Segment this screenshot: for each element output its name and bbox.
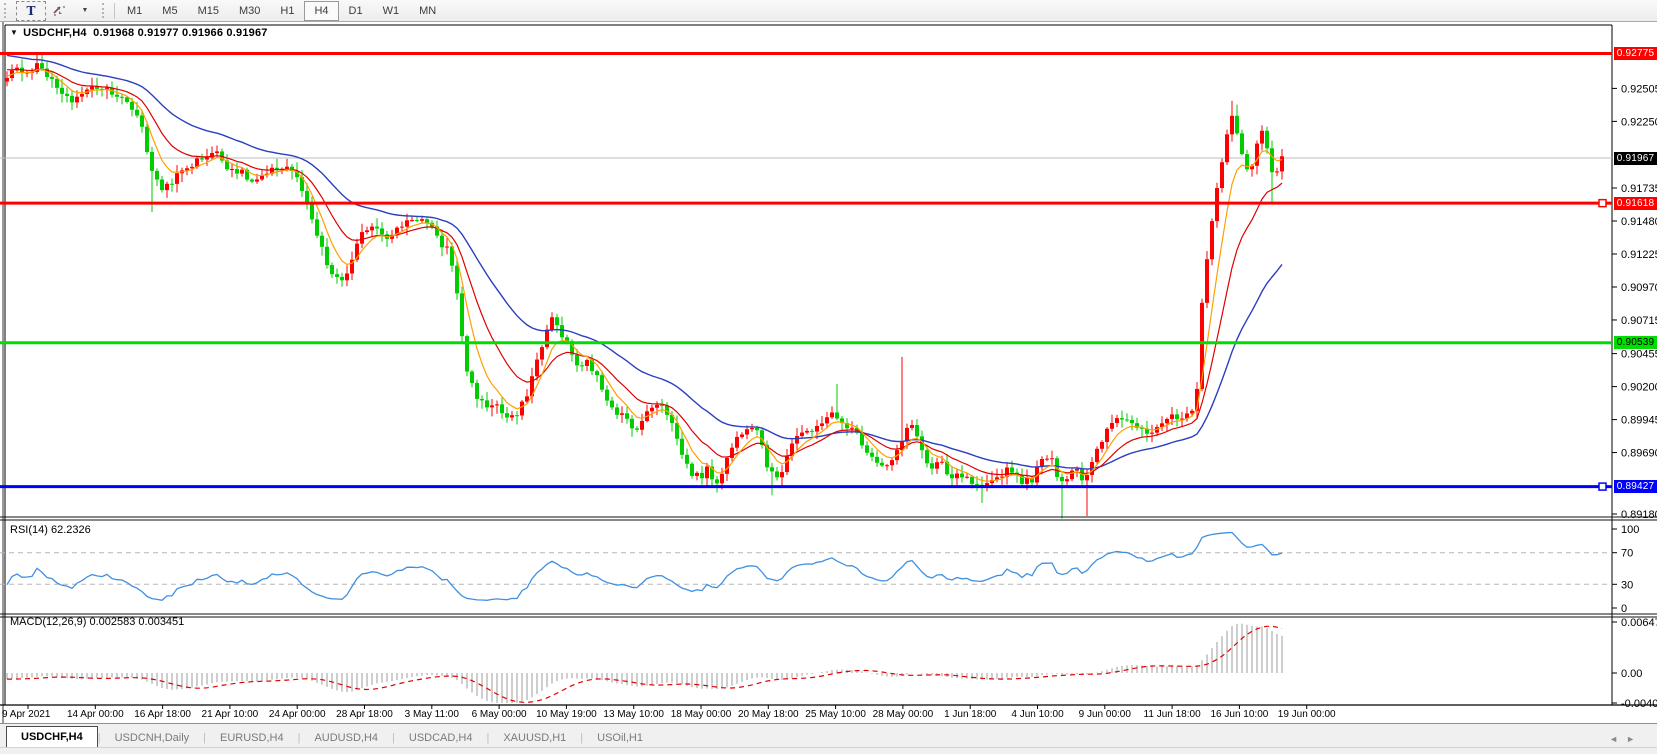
svg-text:16 Jun 10:00: 16 Jun 10:00 bbox=[1210, 709, 1268, 720]
chart-tab-bar: USDCHF,H4|USDCNH,Daily|EURUSD,H4|AUDUSD,… bbox=[0, 723, 1657, 748]
svg-text:11 Jun 18:00: 11 Jun 18:00 bbox=[1144, 709, 1202, 720]
hline-price-badge-0.89427: 0.89427 bbox=[1614, 480, 1657, 493]
hline-handle-0.89427[interactable] bbox=[1599, 483, 1606, 490]
svg-text:0.91480: 0.91480 bbox=[1621, 216, 1657, 228]
chart-canvas[interactable]: 0.92505 0.92250 0.91735 0.91480 0.91225 0.909… bbox=[0, 0, 1657, 754]
svg-text:9 Apr 2021: 9 Apr 2021 bbox=[2, 709, 51, 720]
timeframe-button-W1[interactable]: W1 bbox=[373, 1, 410, 21]
chart-tab-USDCNH-Daily[interactable]: USDCNH,Daily bbox=[101, 728, 204, 748]
svg-text:16 Apr 18:00: 16 Apr 18:00 bbox=[134, 709, 191, 720]
timeframe-button-H4[interactable]: H4 bbox=[304, 1, 338, 21]
timeframe-button-MN[interactable]: MN bbox=[409, 1, 446, 21]
timeframe-button-H1[interactable]: H1 bbox=[270, 1, 304, 21]
svg-text:0.90200: 0.90200 bbox=[1621, 382, 1657, 394]
status-bar bbox=[0, 747, 1657, 754]
hline-price-badge-0.90539: 0.90539 bbox=[1614, 336, 1657, 349]
timeframe-button-D1[interactable]: D1 bbox=[339, 1, 373, 21]
svg-text:0.91735: 0.91735 bbox=[1621, 183, 1657, 195]
svg-text:10 May 19:00: 10 May 19:00 bbox=[536, 709, 597, 720]
svg-text:18 May 00:00: 18 May 00:00 bbox=[671, 709, 732, 720]
svg-text:0.90970: 0.90970 bbox=[1621, 282, 1657, 294]
hline-price-badge-0.91618: 0.91618 bbox=[1614, 197, 1657, 210]
svg-text:0: 0 bbox=[1621, 603, 1627, 615]
chart-tab-AUDUSD-H4[interactable]: AUDUSD,H4 bbox=[300, 728, 392, 748]
styler-dropdown-caret[interactable]: ▼ bbox=[72, 1, 98, 21]
chart-tab-USDCHF-H4[interactable]: USDCHF,H4 bbox=[6, 726, 98, 748]
timeframe-group: M1M5M15M30H1H4D1W1MN bbox=[117, 1, 446, 21]
svg-text:14 Apr 00:00: 14 Apr 00:00 bbox=[67, 709, 124, 720]
hline-price-badge-0.92775: 0.92775 bbox=[1614, 47, 1657, 60]
svg-text:6 May 00:00: 6 May 00:00 bbox=[472, 709, 527, 720]
svg-text:20 May 18:00: 20 May 18:00 bbox=[738, 709, 799, 720]
svg-text:100: 100 bbox=[1621, 524, 1639, 536]
chart-tab-XAUUSD-H1[interactable]: XAUUSD,H1 bbox=[489, 728, 580, 748]
svg-text:24 Apr 00:00: 24 Apr 00:00 bbox=[269, 709, 326, 720]
svg-text:0.90455: 0.90455 bbox=[1621, 349, 1657, 361]
svg-text:3 May 11:00: 3 May 11:00 bbox=[405, 709, 460, 720]
svg-text:25 May 10:00: 25 May 10:00 bbox=[805, 709, 866, 720]
svg-text:0.90715: 0.90715 bbox=[1621, 315, 1657, 327]
toolbar-separator bbox=[114, 3, 115, 19]
svg-text:-0.004073: -0.004073 bbox=[1621, 698, 1657, 710]
svg-text:4 Jun 10:00: 4 Jun 10:00 bbox=[1011, 709, 1064, 720]
toolbar: T ▼ M1M5M15M30H1H4D1W1MN bbox=[0, 0, 1657, 22]
svg-text:0.91225: 0.91225 bbox=[1621, 249, 1657, 261]
svg-text:28 May 00:00: 28 May 00:00 bbox=[873, 709, 934, 720]
timeframe-button-M5[interactable]: M5 bbox=[152, 1, 187, 21]
tab-scroll-right-icon: ► bbox=[1626, 734, 1643, 744]
timeframe-button-M1[interactable]: M1 bbox=[117, 1, 152, 21]
svg-text:1 Jun 18:00: 1 Jun 18:00 bbox=[944, 709, 997, 720]
tab-scroll-arrows[interactable]: ◄► bbox=[1609, 734, 1643, 744]
hline-handle-0.91618[interactable] bbox=[1599, 200, 1606, 207]
svg-text:0.006477: 0.006477 bbox=[1621, 617, 1657, 629]
timeframe-button-M15[interactable]: M15 bbox=[188, 1, 229, 21]
svg-text:0.89690: 0.89690 bbox=[1621, 448, 1657, 460]
styler-icon[interactable] bbox=[46, 1, 72, 21]
timeframe-button-M30[interactable]: M30 bbox=[229, 1, 270, 21]
toolbar-grip[interactable] bbox=[4, 3, 11, 18]
chart-tab-USOil-H1[interactable]: USOil,H1 bbox=[583, 728, 657, 748]
svg-text:0.89945: 0.89945 bbox=[1621, 415, 1657, 427]
mt4-window: T ▼ M1M5M15M30H1H4D1W1MN 0.925050.922500… bbox=[0, 0, 1657, 754]
chart-tab-EURUSD-H4[interactable]: EURUSD,H4 bbox=[206, 728, 298, 748]
svg-text:30: 30 bbox=[1621, 579, 1633, 591]
svg-text:21 Apr 10:00: 21 Apr 10:00 bbox=[202, 709, 259, 720]
text-tool-button[interactable]: T bbox=[16, 1, 46, 21]
svg-text:0.92250: 0.92250 bbox=[1621, 116, 1657, 128]
svg-text:0.89180: 0.89180 bbox=[1621, 509, 1657, 521]
svg-text:0.00: 0.00 bbox=[1621, 668, 1642, 680]
svg-text:9 Jun 00:00: 9 Jun 00:00 bbox=[1079, 709, 1132, 720]
svg-text:70: 70 bbox=[1621, 548, 1633, 560]
svg-text:0.92505: 0.92505 bbox=[1621, 83, 1657, 95]
chart-tab-USDCAD-H4[interactable]: USDCAD,H4 bbox=[395, 728, 487, 748]
toolbar-grip-2[interactable] bbox=[102, 3, 109, 18]
tab-scroll-left-icon: ◄ bbox=[1609, 734, 1626, 744]
svg-text:19 Jun 00:00: 19 Jun 00:00 bbox=[1278, 709, 1336, 720]
svg-text:13 May 10:00: 13 May 10:00 bbox=[603, 709, 664, 720]
svg-text:28 Apr 18:00: 28 Apr 18:00 bbox=[336, 709, 393, 720]
current-price-badge: 0.91967 bbox=[1614, 152, 1657, 165]
